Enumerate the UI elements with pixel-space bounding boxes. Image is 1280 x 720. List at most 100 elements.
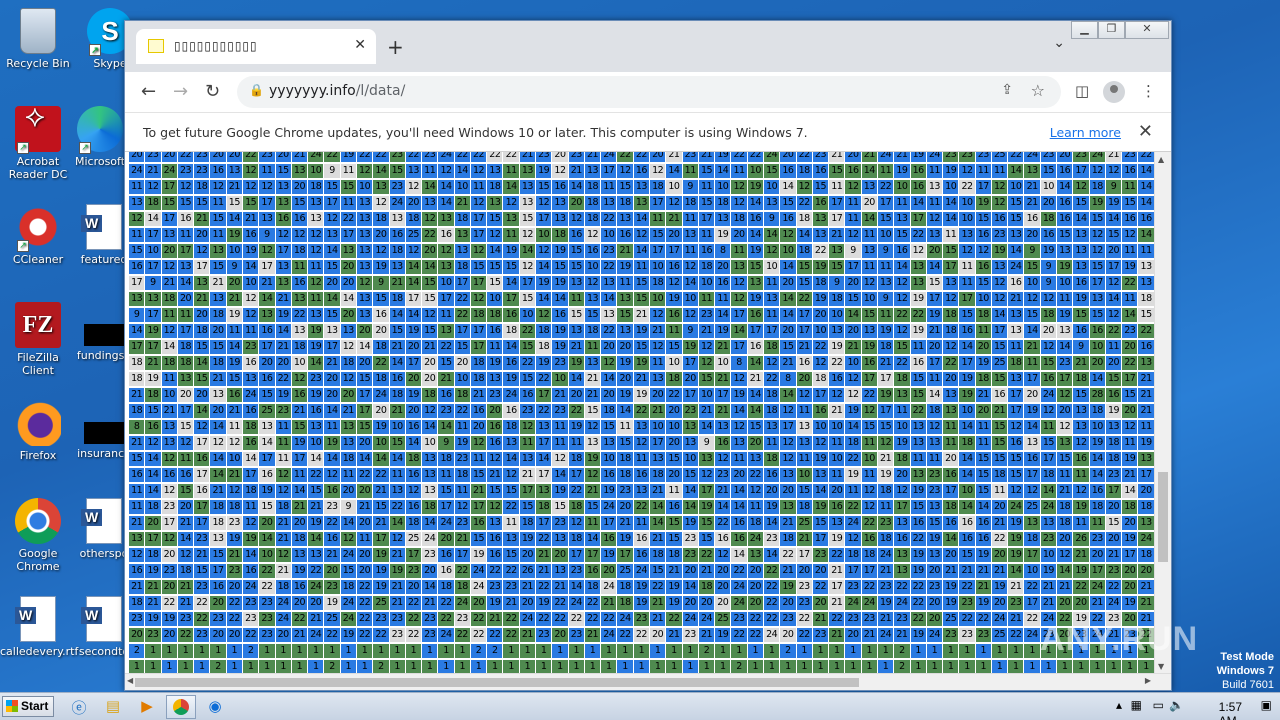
- grid-cell: 17: [324, 340, 340, 354]
- grid-cell: 20: [177, 388, 194, 402]
- grid-cell: 19: [1073, 564, 1089, 578]
- grid-cell: 12: [177, 180, 194, 194]
- grid-cell: 13: [519, 180, 536, 194]
- grid-cell: 14: [747, 196, 763, 210]
- horizontal-scroll-thumb[interactable]: [135, 678, 859, 687]
- desktop-icon-firefox[interactable]: Firefox: [0, 400, 76, 462]
- grid-cell: 20: [650, 388, 666, 402]
- grid-cell: 21: [975, 580, 991, 594]
- address-bar[interactable]: 🔒 yyyyyyy.info/l/data/ ⇪ ☆: [237, 76, 1061, 108]
- grid-cell: 19: [894, 164, 910, 178]
- grid-cell: 14: [552, 292, 568, 306]
- grid-cell: 18: [1105, 436, 1122, 450]
- desktop-icon-filezilla[interactable]: FZ FileZilla Client: [0, 302, 76, 377]
- forward-arrow-icon[interactable]: →: [173, 81, 188, 102]
- side-panel-icon[interactable]: ◫: [1075, 82, 1089, 100]
- grid-cell: 13: [910, 260, 926, 274]
- desktop-icon-ccleaner[interactable]: ↗ CCleaner: [0, 204, 76, 266]
- grid-cell: 12: [422, 212, 438, 226]
- grid-cell: 18: [389, 388, 405, 402]
- grid-cell: 16: [747, 212, 763, 226]
- tray-network-icon[interactable]: ▦: [1131, 698, 1142, 712]
- grid-cell: 23: [536, 152, 552, 162]
- grid-cell: 1: [1057, 660, 1073, 674]
- grid-cell: 22: [405, 628, 422, 642]
- back-arrow-icon[interactable]: ←: [141, 81, 156, 102]
- new-tab-button[interactable]: +: [387, 35, 404, 59]
- lock-icon[interactable]: 🔒: [249, 83, 264, 97]
- grid-cell: 20: [340, 276, 356, 290]
- grid-cell: 12: [991, 292, 1008, 306]
- grid-cell: 13: [650, 372, 666, 386]
- vertical-scrollbar[interactable]: ▲ ▼: [1154, 152, 1171, 674]
- grid-cell: 19: [829, 340, 845, 354]
- media-player-icon[interactable]: ▶: [136, 697, 158, 717]
- show-desktop-icon[interactable]: ▣: [1261, 698, 1272, 712]
- grid-cell: 11: [926, 164, 943, 178]
- grid-cell: 14: [601, 292, 617, 306]
- grid-cell: 16: [487, 532, 503, 546]
- infobar-close-icon[interactable]: ✕: [1138, 121, 1153, 142]
- taskbar-clock[interactable]: 1:57 AM: [1219, 700, 1242, 720]
- grid-cell: 18: [584, 180, 601, 194]
- grid-cell: 20: [275, 152, 291, 162]
- internet-explorer-icon[interactable]: ⓔ: [68, 697, 90, 717]
- grid-cell: 13: [731, 260, 747, 274]
- grid-cell: 11: [1122, 244, 1138, 258]
- grid-cell: 12: [536, 244, 552, 258]
- tab-close-icon[interactable]: ✕: [354, 37, 366, 53]
- grid-cell: 17: [194, 260, 210, 274]
- grid-cell: 11: [682, 164, 698, 178]
- scroll-left-icon[interactable]: ◀: [127, 676, 133, 685]
- grid-cell: 9: [129, 308, 145, 322]
- grid-cell: 17: [796, 548, 812, 562]
- vertical-scroll-thumb[interactable]: [1158, 472, 1168, 562]
- grid-cell: 18: [129, 404, 145, 418]
- grid-cell: 11: [438, 308, 454, 322]
- scroll-right-icon[interactable]: ▶: [1145, 676, 1151, 685]
- grid-cell: 19: [715, 324, 731, 338]
- learn-more-link[interactable]: Learn more: [1050, 125, 1121, 140]
- grid-cell: 15: [747, 260, 763, 274]
- tab-search-chevron-icon[interactable]: ⌄: [1053, 35, 1065, 51]
- grid-cell: 15: [1105, 228, 1122, 242]
- close-window-button[interactable]: ✕: [1125, 21, 1169, 39]
- grid-cell: 23: [861, 612, 877, 626]
- grid-cell: 17: [796, 324, 812, 338]
- grid-cell: 16: [487, 324, 503, 338]
- share-icon[interactable]: ⇪: [1001, 82, 1013, 98]
- url-text[interactable]: yyyyyyy.info/l/data/: [269, 83, 405, 99]
- grid-cell: 13: [129, 196, 145, 210]
- horizontal-scrollbar[interactable]: ◀ ▶: [125, 673, 1171, 690]
- reload-icon[interactable]: ↻: [205, 81, 220, 102]
- grid-cell: 14: [780, 180, 796, 194]
- grid-cell: 13: [422, 196, 438, 210]
- tray-expand-icon[interactable]: ▴: [1116, 698, 1122, 712]
- tab-active[interactable]: ▯▯▯▯▯▯▯▯▯▯▯ ✕: [136, 29, 376, 64]
- chrome-taskbar-icon[interactable]: [166, 695, 196, 719]
- grid-cell: 17: [405, 292, 422, 306]
- profile-avatar-icon[interactable]: [1103, 81, 1125, 107]
- bookmark-star-icon[interactable]: ☆: [1031, 81, 1045, 100]
- minimize-button[interactable]: ▁: [1071, 21, 1098, 39]
- grid-cell: 16: [601, 468, 617, 482]
- grid-cell: 21: [129, 388, 145, 402]
- tray-display-icon[interactable]: ▭: [1153, 698, 1164, 712]
- file-explorer-icon[interactable]: ▤: [102, 697, 124, 717]
- grid-cell: 19: [617, 356, 633, 370]
- grid-cell: 12: [161, 324, 177, 338]
- desktop-icon-google-chrome[interactable]: Google Chrome: [0, 498, 76, 573]
- desktop-icon-calledevery[interactable]: calledevery.rtf: [0, 596, 78, 658]
- scroll-up-icon[interactable]: ▲: [1158, 155, 1164, 164]
- scroll-down-icon[interactable]: ▼: [1158, 662, 1164, 671]
- tray-volume-icon[interactable]: 🔈: [1169, 698, 1184, 712]
- desktop-icon-recycle-bin[interactable]: Recycle Bin: [0, 8, 76, 70]
- restore-button[interactable]: ❐: [1098, 21, 1125, 39]
- edge-taskbar-icon[interactable]: ◉: [204, 697, 226, 717]
- grid-cell: 20: [747, 436, 763, 450]
- grid-cell: 12: [991, 196, 1008, 210]
- start-button[interactable]: Start: [2, 696, 54, 717]
- grid-cell: 21: [829, 628, 845, 642]
- chrome-menu-icon[interactable]: ⋮: [1141, 82, 1156, 100]
- grid-cell: 12: [161, 532, 177, 546]
